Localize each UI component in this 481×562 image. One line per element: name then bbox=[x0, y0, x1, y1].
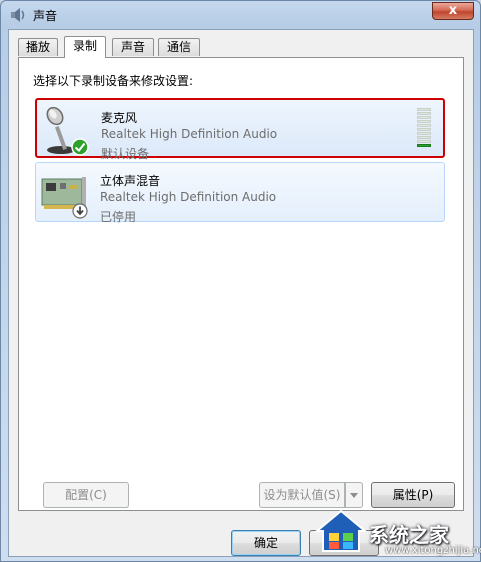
configure-button[interactable]: 配置(C) bbox=[43, 482, 129, 508]
device-description: Realtek High Definition Audio bbox=[100, 190, 277, 204]
close-button[interactable]: x bbox=[432, 2, 474, 20]
device-status: 已停用 bbox=[100, 210, 137, 224]
window-title: 声音 bbox=[33, 9, 58, 23]
tab-recording[interactable]: 录制 bbox=[64, 36, 106, 58]
ok-button[interactable]: 确定 bbox=[231, 530, 301, 556]
level-segment bbox=[417, 140, 431, 143]
level-segment bbox=[417, 132, 431, 135]
device-name: 立体声混音 bbox=[100, 174, 161, 188]
level-segment bbox=[417, 116, 431, 119]
instruction-label: 选择以下录制设备来修改设置: bbox=[33, 74, 194, 88]
input-level-meter bbox=[417, 108, 431, 148]
level-segment bbox=[417, 112, 431, 115]
level-segment bbox=[417, 136, 431, 139]
watermark-url: www.xitongzhijia.net bbox=[385, 545, 481, 556]
device-item-stereo-mix[interactable]: 立体声混音 Realtek High Definition Audio 已停用 bbox=[35, 162, 445, 224]
tab-playback[interactable]: 播放 bbox=[18, 38, 58, 56]
level-segment bbox=[417, 128, 431, 131]
watermark-text: 系统之家 bbox=[369, 523, 449, 547]
sound-dialog-window: 声音 x 播放 录制 声音 通信 选择以下录制设备来修改设置: 麦克风 Real… bbox=[0, 0, 481, 562]
disabled-arrow-icon bbox=[72, 203, 88, 219]
device-description: Realtek High Definition Audio bbox=[101, 127, 278, 141]
tab-sounds[interactable]: 声音 bbox=[112, 38, 154, 56]
device-list[interactable]: 麦克风 Realtek High Definition Audio 默认设备 立… bbox=[35, 98, 445, 438]
device-item-microphone[interactable]: 麦克风 Realtek High Definition Audio 默认设备 bbox=[35, 98, 445, 161]
level-segment bbox=[417, 120, 431, 123]
speaker-icon bbox=[11, 8, 25, 22]
green-check-icon bbox=[71, 138, 89, 156]
level-segment bbox=[417, 108, 431, 111]
device-name: 麦克风 bbox=[101, 111, 138, 125]
level-segment bbox=[417, 124, 431, 127]
dialog-client-area: 播放 录制 声音 通信 选择以下录制设备来修改设置: 麦克风 Realtek H… bbox=[8, 29, 474, 557]
title-bar[interactable]: 声音 x bbox=[1, 1, 481, 29]
house-logo-icon bbox=[315, 509, 367, 552]
site-watermark: 系统之家 www.xitongzhijia.net bbox=[309, 495, 481, 559]
device-status: 默认设备 bbox=[101, 147, 150, 161]
tab-communications[interactable]: 通信 bbox=[158, 38, 200, 56]
level-segment bbox=[417, 144, 431, 147]
recording-panel: 选择以下录制设备来修改设置: 麦克风 Realtek High Definiti… bbox=[18, 57, 464, 511]
